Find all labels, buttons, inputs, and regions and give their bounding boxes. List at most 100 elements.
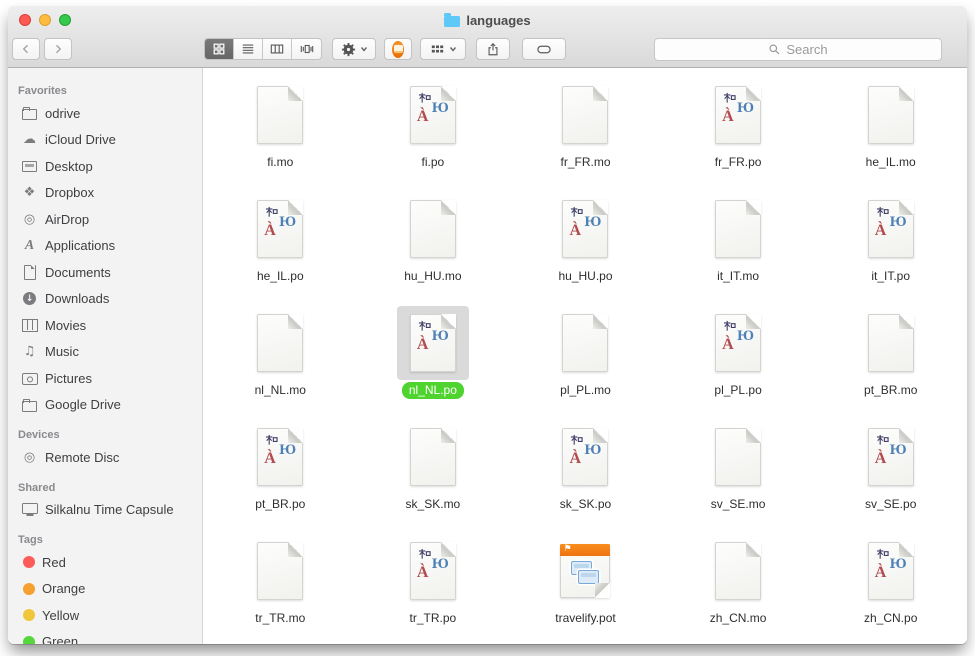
sidebar-item-green[interactable]: Green [8, 629, 202, 645]
file-icon-box: ÀЮ [397, 534, 469, 608]
sidebar-item-red[interactable]: Red [8, 549, 202, 576]
list-view-button[interactable] [234, 39, 263, 59]
sidebar-item-label: Remote Disc [45, 450, 119, 465]
column-view-button[interactable] [263, 39, 292, 59]
display-icon [21, 502, 38, 518]
file-item-he-il-po[interactable]: ÀЮhe_IL.po [204, 192, 357, 306]
page-fold [593, 86, 608, 101]
file-item-he-il-mo[interactable]: he_IL.mo [814, 78, 967, 192]
file-name: pl_PL.po [707, 382, 768, 399]
sidebar-item-airdrop[interactable]: ◎AirDrop [8, 206, 202, 233]
file-item-hu-hu-po[interactable]: ÀЮ hu_HU.po [509, 192, 662, 306]
poedit-app-button[interactable] [384, 38, 412, 60]
page-fold [288, 542, 303, 557]
file-name: pt_BR.po [248, 496, 312, 513]
sidebar-item-desktop[interactable]: Desktop [8, 153, 202, 180]
document-icon [21, 264, 38, 280]
sidebar-item-dropbox[interactable]: ❖Dropbox [8, 180, 202, 207]
file-item-sv-se-po[interactable]: ÀЮsv_SE.po [814, 420, 967, 534]
file-item-travelify-pot[interactable]: ⚑travelify.pot [509, 534, 662, 644]
file-item-zh-cn-mo[interactable]: zh_CN.mo [662, 534, 815, 644]
cyrillic-glyph: Ю [279, 442, 296, 459]
file-name: tr_TR.mo [248, 610, 312, 627]
column-view-icon [270, 42, 284, 56]
file-item-it-it-po[interactable]: ÀЮit_IT.po [814, 192, 967, 306]
arrange-icon [430, 42, 445, 56]
file-icon-box [702, 534, 774, 608]
file-item-zh-cn-po[interactable]: ÀЮzh_CN.po [814, 534, 967, 644]
coverflow-view-button[interactable] [292, 39, 321, 59]
close-button[interactable] [19, 14, 31, 26]
zoom-button[interactable] [59, 14, 71, 26]
file-item-sv-se-mo[interactable]: sv_SE.mo [662, 420, 815, 534]
sidebar-item-music[interactable]: ♫Music [8, 339, 202, 366]
content-area[interactable]: fi.moÀЮfi.pofr_FR.moÀЮfr_FR.pohe_IL.moÀЮ… [204, 68, 967, 644]
file-icon-box [397, 420, 469, 494]
file-item-fr-fr-mo[interactable]: fr_FR.mo [509, 78, 662, 192]
file-icon-box: ÀЮ [549, 420, 621, 494]
sidebar-item-orange[interactable]: Orange [8, 576, 202, 603]
page-fold [746, 542, 761, 557]
mo-file-icon [562, 86, 608, 144]
latin-glyph: À [417, 108, 429, 126]
file-icon-box: ÀЮ [549, 192, 621, 266]
sidebar-item-downloads[interactable]: Downloads [8, 286, 202, 313]
mo-file-icon [257, 86, 303, 144]
sidebar-item-label: Movies [45, 318, 86, 333]
page-fold [288, 314, 303, 329]
file-item-fr-fr-po[interactable]: ÀЮfr_FR.po [662, 78, 815, 192]
file-item-sk-sk-mo[interactable]: sk_SK.mo [357, 420, 510, 534]
file-item-nl-nl-mo[interactable]: nl_NL.mo [204, 306, 357, 420]
cyrillic-glyph: Ю [890, 214, 907, 231]
file-name: hu_HU.po [551, 268, 619, 285]
file-item-it-it-mo[interactable]: it_IT.mo [662, 192, 815, 306]
chevron-left-icon [20, 43, 32, 55]
action-menu-button[interactable] [332, 38, 376, 60]
search-input[interactable]: Search [654, 38, 942, 61]
sidebar-item-label: Music [45, 344, 79, 359]
file-item-fi-mo[interactable]: fi.mo [204, 78, 357, 192]
page-fold [595, 583, 610, 598]
po-file-icon: ÀЮ [562, 200, 608, 258]
cyrillic-glyph: Ю [432, 328, 449, 345]
file-item-pl-pl-mo[interactable]: pl_PL.mo [509, 306, 662, 420]
sidebar-item-label: odrive [45, 106, 80, 121]
forward-button[interactable] [44, 38, 72, 60]
file-item-pt-br-po[interactable]: ÀЮpt_BR.po [204, 420, 357, 534]
sidebar-item-icloud-drive[interactable]: ☁iCloud Drive [8, 127, 202, 154]
sidebar-item-label: Orange [42, 581, 85, 596]
sidebar-item-applications[interactable]: AApplications [8, 233, 202, 260]
arrange-menu-button[interactable] [420, 38, 466, 60]
sidebar-item-remote-disc[interactable]: ◎Remote Disc [8, 444, 202, 471]
sidebar-item-documents[interactable]: Documents [8, 259, 202, 286]
sidebar-item-label: AirDrop [45, 212, 89, 227]
file-item-pt-br-mo[interactable]: pt_BR.mo [814, 306, 967, 420]
sidebar-item-odrive[interactable]: odrive [8, 100, 202, 127]
po-file-icon: ÀЮ [410, 542, 456, 600]
latin-glyph: À [875, 564, 887, 582]
tags-button[interactable] [522, 38, 566, 60]
file-item-nl-nl-po[interactable]: ÀЮnl_NL.po [357, 306, 510, 420]
tag-icon [536, 42, 552, 57]
file-item-hu-hu-mo[interactable]: hu_HU.mo [357, 192, 510, 306]
file-item-fi-po[interactable]: ÀЮfi.po [357, 78, 510, 192]
file-item-tr-tr-po[interactable]: ÀЮtr_TR.po [357, 534, 510, 644]
back-button[interactable] [12, 38, 40, 60]
minimize-button[interactable] [39, 14, 51, 26]
sidebar-item-google-drive[interactable]: Google Drive [8, 392, 202, 419]
sidebar-item-silkalnu-time-capsule[interactable]: Silkalnu Time Capsule [8, 497, 202, 524]
sidebar-item-yellow[interactable]: Yellow [8, 602, 202, 629]
po-file-icon: ÀЮ [715, 314, 761, 372]
file-item-sk-sk-po[interactable]: ÀЮ sk_SK.po [509, 420, 662, 534]
icon-view-button[interactable] [205, 39, 234, 59]
sidebar[interactable]: Favoritesodrive☁iCloud DriveDesktop❖Drop… [8, 68, 203, 644]
title-bar[interactable]: languages [8, 6, 967, 34]
file-item-tr-tr-mo[interactable]: tr_TR.mo [204, 534, 357, 644]
sidebar-item-movies[interactable]: Movies [8, 312, 202, 339]
latin-glyph: À [875, 450, 887, 468]
sidebar-item-pictures[interactable]: Pictures [8, 365, 202, 392]
share-button[interactable] [476, 38, 510, 60]
file-name: sk_SK.po [553, 496, 618, 513]
file-item-pl-pl-po[interactable]: ÀЮ pl_PL.po [662, 306, 815, 420]
po-file-icon: ÀЮ [868, 428, 914, 486]
